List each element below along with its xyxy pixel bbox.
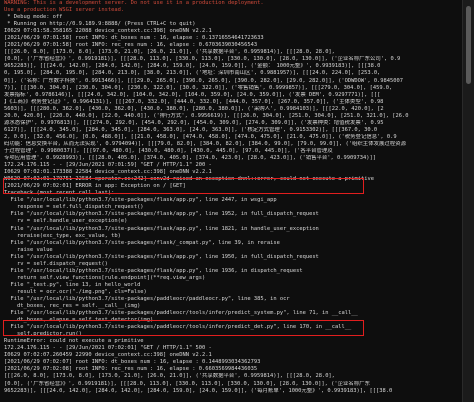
terminal-line: File "/usr/local/lib/python3.7/site-pack… xyxy=(4,295,290,302)
terminal-line: reraise(exc_type, exc_value, tb) xyxy=(4,232,121,239)
terminal-line: dt_boxes, elapse = self.text_detector(im… xyxy=(4,317,154,324)
terminal-line: rv = self.handle_user_exception(e) xyxy=(4,218,128,225)
terminal-line: 2, 0.0], [32.0, 456.0], [0.0, 488.0]], [… xyxy=(4,133,397,140)
terminal-line: [0.0], ('广东省经营》》', 0.9919181)], [[[28.0,… xyxy=(4,56,401,63)
terminal-line: File "/usr/local/lib/python3.7/site-pack… xyxy=(4,310,358,317)
terminal-line: rv = self.dispatch_request() xyxy=(4,260,108,267)
terminal-line: 源水态保护', 0.9976813)], [[[274.0, 292.0], [… xyxy=(4,119,384,126)
terminal-line: [2021/06/29 07:02:08] root INFO: rec_res… xyxy=(4,366,258,373)
terminal-line: [2021/06/29 07:02:07] root INFO: dt_boxe… xyxy=(4,359,261,366)
vertical-scrollbar[interactable] xyxy=(462,0,474,402)
terminal-line: 专项应用管理', 0.9928993)], [[[28.0, 405.0], [… xyxy=(4,155,376,162)
terminal-line: * Debug mode: off xyxy=(4,14,63,21)
terminal-line: result = ocr.ocr("./img.png", cls=False) xyxy=(4,288,147,295)
terminal-line: File "/usr/local/lib/python3.7/site-pack… xyxy=(4,239,280,246)
terminal-line: 发票指标', 0.9786146)], [[[24.0, 342.0], [10… xyxy=(4,91,381,98)
terminal-line: 0, 195.0], [284.0, 195.0], [284.0, 213.0… xyxy=(4,70,381,77)
terminal-line: 】《工商》》税务登记证》', 0.9964131)], [[[267.0, 33… xyxy=(4,98,384,105)
terminal-line: * Running on http://0.9.189.9:8888/ (Pre… xyxy=(4,21,196,28)
terminal-line: 6127)], [[[24.0, 345.0], [284.0, 345.0],… xyxy=(4,126,378,133)
terminal-line: dt_boxes, rec_res = self.__call__(img) xyxy=(4,303,141,310)
terminal-line: File "/usr/local/lib/python3.7/site-pack… xyxy=(4,225,319,232)
terminal-line: 7)], [[[30.0, 304.0], [230.0, 304.0], [2… xyxy=(4,84,393,91)
terminal-line: File "_test.py", line 13, in hello_world xyxy=(4,281,141,288)
terminal-line: File "/usr/local/lib/python3.7/site-pack… xyxy=(4,197,277,204)
terminal-line: W0629 07:02:01.179751 22584 operator.cc:… xyxy=(4,176,374,183)
terminal-line: 20.0, 420.0], [220.0, 440.0], [22.0, 440… xyxy=(4,112,409,119)
terminal-line: I0629 07:02:07.260459 22990 device_conte… xyxy=(4,352,212,359)
terminal-line: return self.view_functions[rule.endpoint… xyxy=(4,274,206,281)
terminal-line: I0629 07:02:01.173388 22584 device_conte… xyxy=(4,169,212,176)
terminal-line: response = self.full_dispatch_request() xyxy=(4,204,144,211)
terminal-line: 5603)], [[[280.0, 362.0], [430.0, 362.0]… xyxy=(4,105,384,112)
terminal-line: [[[26.0, 8.0], [173.0, 8.0], [173.0, 21.… xyxy=(4,373,335,380)
terminal-line: I0629 07:01:58.358165 22088 device_conte… xyxy=(4,28,212,35)
terminal-line: [2021/06/29 07:02:01] ERROR in app: Exce… xyxy=(4,183,186,190)
terminal-line: [[[26.0, 8.0], [173.0, 8.0], [173.0, 21.… xyxy=(4,49,335,56)
terminal-line: 于过程管理', 0.9980037)], [[[97.0, 480.0], [4… xyxy=(4,147,333,154)
terminal-line: 172.24.176.115 - - [29/Jun/2021 07:02:01… xyxy=(4,345,212,352)
terminal-line: 码功能：信息交换平台，从而无法实现', 0.9794094)], [[[79.0… xyxy=(4,140,406,147)
scrollbar-thumb[interactable] xyxy=(466,6,471,84)
terminal-line: 9652283)], [[[24.0, 142.0], [284.0, 142.… xyxy=(4,63,381,70)
terminal-line: 9652283)], [[[24.0, 142.0], [284.0, 142.… xyxy=(4,387,393,394)
terminal-line: File "/usr/local/lib/python3.7/site-pack… xyxy=(4,253,319,260)
terminal-line: 172.24.176.115 - - [29/Jun/2021 07:01:59… xyxy=(4,162,212,169)
terminal-line: Traceback (most recent call last): xyxy=(4,190,115,197)
terminal-line: raise value xyxy=(4,246,53,253)
terminal-line: [2021/06/29 07:01:58] root INFO: rec_res… xyxy=(4,42,258,49)
terminal-line: Use a production WSGI server instead. xyxy=(4,7,125,14)
terminal-line: 0]], ('名称：广东数字科技', 0.9913466)], [[[29.0,… xyxy=(4,77,404,84)
terminal-line: File "/usr/local/lib/python3.7/site-pack… xyxy=(4,267,303,274)
terminal-line: File "/usr/local/lib/python3.7/site-pack… xyxy=(4,324,352,331)
terminal-line: [2021/06/29 07:01:58] root INFO: dt_boxe… xyxy=(4,35,264,42)
terminal-line: RuntimeError: could not execute a primit… xyxy=(4,338,144,345)
terminal-line: File "/usr/local/lib/python3.7/site-pack… xyxy=(4,211,319,218)
terminal-output[interactable]: WARNING: This is a development server. D… xyxy=(0,0,462,402)
terminal-line: WARNING: This is a development server. D… xyxy=(4,0,264,6)
terminal-line: [0.0], ('广东省经营》》', 0.9919181)], [[[28.0,… xyxy=(4,380,370,387)
terminal-line: self.predictor.run() xyxy=(4,331,82,338)
